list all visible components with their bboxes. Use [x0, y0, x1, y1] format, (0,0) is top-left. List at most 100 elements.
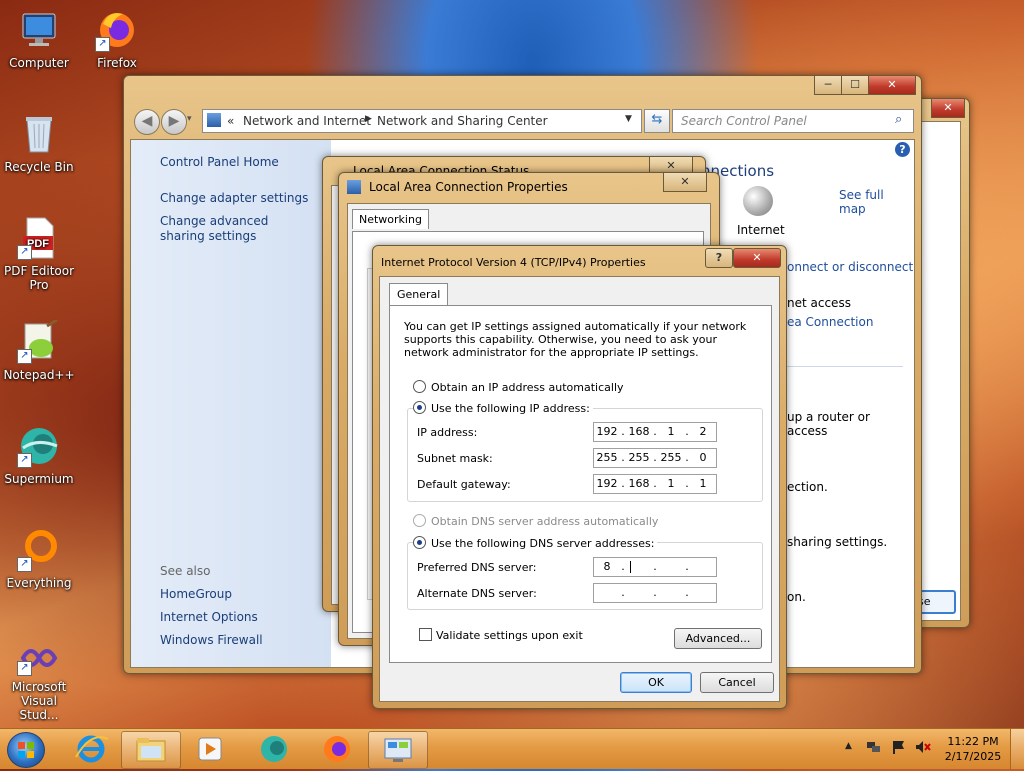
search-placeholder: Search Control Panel: [681, 114, 807, 128]
alternate-dns-input[interactable]: ...: [593, 583, 717, 603]
action-center-flag-icon[interactable]: [891, 739, 907, 755]
internet-options-link[interactable]: Internet Options: [160, 610, 258, 624]
checkbox-icon: [419, 628, 432, 641]
taskbar-media-player[interactable]: [181, 731, 239, 767]
ip-address-label: IP address:: [417, 426, 478, 439]
use-following-ip-radio[interactable]: Use the following IP address:: [413, 401, 593, 415]
network-tray-icon[interactable]: [866, 739, 882, 755]
close-button[interactable]: ✕: [931, 99, 965, 118]
window-title: Local Area Connection Properties: [369, 180, 568, 194]
address-dropdown-icon[interactable]: ▼: [625, 114, 632, 124]
shortcut-arrow-icon: ↗: [17, 557, 32, 572]
show-desktop-button[interactable]: [1010, 729, 1024, 769]
homegroup-link[interactable]: HomeGroup: [160, 587, 232, 601]
ok-button[interactable]: OK: [620, 672, 692, 693]
description-text: You can get IP settings assigned automat…: [404, 320, 747, 359]
close-button[interactable]: ✕: [868, 76, 916, 95]
divider: [787, 366, 903, 367]
validate-settings-checkbox[interactable]: Validate settings upon exit: [419, 628, 583, 642]
desktop-icon-supermium[interactable]: ↗ Supermium: [2, 424, 76, 486]
tab-general[interactable]: General: [389, 283, 449, 305]
preferred-dns-label: Preferred DNS server:: [417, 561, 537, 574]
default-gateway-input[interactable]: 192. 168. 1. 1: [593, 474, 717, 494]
desktop-icon-firefox[interactable]: ↗ Firefox: [80, 8, 154, 70]
shortcut-arrow-icon: ↗: [17, 453, 32, 468]
obtain-dns-auto-radio[interactable]: Obtain DNS server address automatically: [413, 514, 658, 528]
supermium-icon: [261, 736, 287, 762]
forward-button[interactable]: ▶: [161, 109, 187, 135]
checkbox-label: Validate settings upon exit: [436, 629, 583, 642]
advanced-button[interactable]: Advanced...: [674, 628, 762, 649]
ipv4-properties-dialog[interactable]: Internet Protocol Version 4 (TCP/IPv4) P…: [372, 245, 787, 709]
desktop-icon-label: Firefox: [97, 56, 137, 70]
help-icon[interactable]: ?: [895, 142, 910, 157]
breadcrumb-network-and-internet[interactable]: Network and Internet: [243, 114, 371, 128]
desktop-icon-computer[interactable]: Computer: [2, 8, 76, 70]
subnet-mask-label: Subnet mask:: [417, 452, 493, 465]
refresh-button[interactable]: ⇆: [644, 109, 670, 133]
breadcrumb-overflow[interactable]: «: [227, 114, 234, 128]
text-cursor: [630, 561, 631, 573]
shortcut-arrow-icon: ↗: [17, 245, 32, 260]
windows-firewall-link[interactable]: Windows Firewall: [160, 633, 263, 647]
supermium-icon: ↗: [17, 424, 61, 468]
subnet-mask-input[interactable]: 255. 255. 255. 0: [593, 448, 717, 468]
preferred-dns-input[interactable]: 8...: [593, 557, 717, 577]
firefox-icon: ↗: [95, 8, 139, 52]
internet-globe-icon: [743, 186, 773, 216]
sharing-settings-text: sharing settings.: [787, 535, 888, 549]
tab-networking[interactable]: Networking: [352, 209, 429, 229]
windows-logo-icon: [18, 742, 34, 758]
dialog-body: General You can get IP settings assigned…: [379, 276, 780, 702]
taskbar-supermium[interactable]: [245, 731, 303, 767]
alternate-dns-label: Alternate DNS server:: [417, 587, 537, 600]
radio-icon: [413, 514, 426, 527]
back-button[interactable]: ◀: [134, 109, 160, 135]
desktop-icon-label: PDF Editoor Pro: [3, 264, 75, 292]
local-area-connection-link[interactable]: ea Connection: [787, 315, 873, 329]
taskbar-control-panel[interactable]: [368, 731, 428, 769]
change-adapter-settings-link[interactable]: Change adapter settings: [160, 191, 308, 205]
control-panel-home-link[interactable]: Control Panel Home: [160, 155, 279, 169]
desktop-icon-pdf-editor[interactable]: PDF ↗ PDF Editoor Pro: [2, 216, 76, 292]
change-advanced-sharing-link[interactable]: Change advanced sharing settings: [160, 214, 310, 244]
search-icon[interactable]: ⌕: [895, 112, 902, 127]
radio-label: Obtain an IP address automatically: [431, 381, 624, 394]
taskbar-firefox[interactable]: [308, 731, 366, 767]
close-button-fragment[interactable]: se: [916, 590, 956, 614]
breadcrumb-network-and-sharing-center[interactable]: Network and Sharing Center: [377, 114, 548, 128]
use-following-dns-radio[interactable]: Use the following DNS server addresses:: [413, 536, 658, 550]
obtain-ip-auto-radio[interactable]: Obtain an IP address automatically: [413, 380, 624, 394]
see-full-map-link[interactable]: See full map: [839, 188, 914, 216]
minimize-button[interactable]: ─: [814, 76, 842, 95]
desktop-icon-recycle-bin[interactable]: Recycle Bin: [2, 112, 76, 174]
desktop-icon-notepad-plus-plus[interactable]: ↗ Notepad++: [2, 318, 76, 382]
clock[interactable]: 11:22 PM 2/17/2025: [940, 734, 1006, 764]
recent-pages-icon[interactable]: ▾: [187, 114, 192, 124]
close-button[interactable]: ✕: [663, 173, 707, 192]
taskbar-internet-explorer[interactable]: [62, 731, 120, 767]
help-button[interactable]: ?: [705, 248, 733, 268]
desktop-icon-visual-studio[interactable]: ↗ Microsoft Visual Stud...: [2, 640, 76, 722]
default-gateway-label: Default gateway:: [417, 478, 511, 491]
everything-icon: ↗: [17, 528, 61, 572]
ip-address-input[interactable]: 192. 168. 1. 2: [593, 422, 717, 442]
address-bar[interactable]: « Network and Internet ▶ Network and Sha…: [202, 109, 642, 133]
close-button[interactable]: ✕: [733, 248, 781, 268]
computer-icon: [17, 8, 61, 52]
connect-or-disconnect-link[interactable]: onnect or disconnect: [787, 260, 913, 274]
volume-muted-icon[interactable]: [915, 739, 931, 755]
show-hidden-icons-icon[interactable]: ▲: [845, 741, 852, 751]
left-pane: Control Panel Home Change adapter settin…: [131, 140, 331, 667]
radio-label: Use the following DNS server addresses:: [431, 537, 655, 550]
internet-explorer-icon: [75, 735, 109, 763]
tab-panel: You can get IP settings assigned automat…: [389, 305, 772, 663]
desktop-icon-everything[interactable]: ↗ Everything: [2, 528, 76, 590]
start-button[interactable]: [7, 732, 45, 768]
search-input[interactable]: Search Control Panel ⌕: [672, 109, 914, 133]
breadcrumb-separator-icon: ▶: [365, 114, 372, 124]
radio-selected-icon: [413, 401, 426, 414]
maximize-button[interactable]: ☐: [841, 76, 869, 95]
cancel-button[interactable]: Cancel: [700, 672, 774, 693]
taskbar-file-explorer[interactable]: [121, 731, 181, 769]
